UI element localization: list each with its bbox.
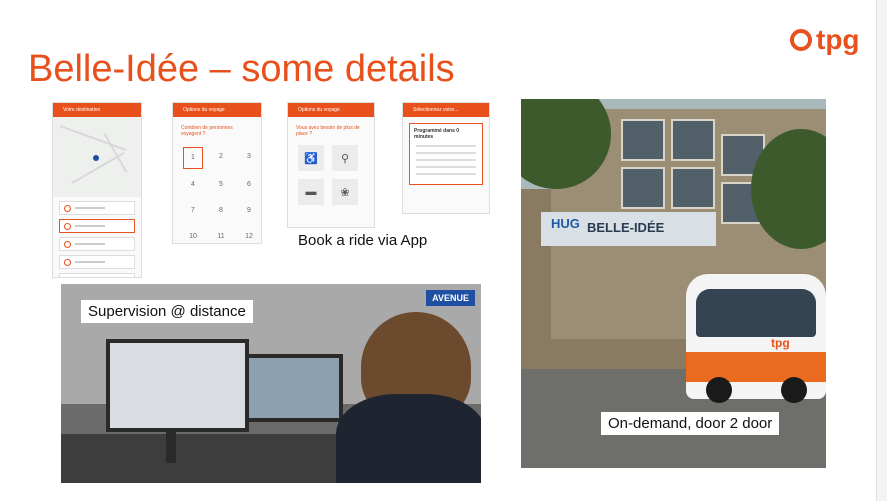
scrollbar[interactable] xyxy=(876,0,887,501)
count-option[interactable]: 2 xyxy=(211,147,231,167)
map-view xyxy=(53,117,141,197)
tpg-logo-text: tpg xyxy=(816,24,860,55)
slide-title: Belle-Idée – some details xyxy=(28,48,455,90)
count-option[interactable]: 6 xyxy=(239,175,259,195)
app-question: Combien de personnes voyagent ? xyxy=(181,125,233,137)
app-screen-schedule: Sélectionnez votre... Programmé dans 0 m… xyxy=(402,102,490,214)
luggage-icon[interactable]: ▬ xyxy=(298,179,324,205)
count-option[interactable]: 9 xyxy=(239,201,259,221)
slide: Belle-Idée – some details tpg Votre dest… xyxy=(0,0,877,501)
schedule-title: Programmé dans 0 minutes xyxy=(414,128,460,140)
supervision-photo: Supervision @ distance AVENUE xyxy=(61,284,481,483)
app-question: Vous avez besoin de plus de place ? xyxy=(296,125,360,137)
tpg-logo: tpg xyxy=(790,24,860,56)
schedule-card[interactable]: Programmé dans 0 minutes xyxy=(409,123,483,185)
avenue-badge: AVENUE xyxy=(426,290,475,306)
count-option[interactable]: 4 xyxy=(183,175,203,195)
hug-logo: HUG xyxy=(551,216,580,231)
count-option[interactable]: 3 xyxy=(239,147,259,167)
building-caption: On-demand, door 2 door xyxy=(601,412,780,435)
count-option[interactable]: 1 xyxy=(183,147,203,169)
list-item[interactable] xyxy=(59,273,135,277)
list-item[interactable] xyxy=(59,237,135,251)
app-screen-destination: Votre destination xyxy=(52,102,142,278)
autonomous-shuttle: tpg xyxy=(686,274,826,403)
passenger-count-grid: 1 2 3 4 5 6 7 8 9 10 11 12 xyxy=(173,141,261,243)
location-marker-icon xyxy=(93,155,99,161)
pet-icon[interactable]: ❀ xyxy=(332,179,358,205)
supervision-caption: Supervision @ distance xyxy=(81,300,253,323)
app-screen-passengers: Options du voyage Combien de personnes v… xyxy=(172,102,262,244)
tpg-logo-mark-icon xyxy=(790,29,812,51)
list-item[interactable] xyxy=(59,219,135,233)
stroller-icon[interactable]: ⚲ xyxy=(332,145,358,171)
app-screen-space-options: Options du voyage Vous avez besoin de pl… xyxy=(287,102,375,228)
wheelchair-icon[interactable]: ♿ xyxy=(298,145,324,171)
app-caption: Book a ride via App xyxy=(298,232,428,249)
building-photo: HUG BELLE-IDÉE tpg On-demand, door 2 doo… xyxy=(521,99,826,468)
count-option[interactable]: 5 xyxy=(211,175,231,195)
monitor xyxy=(106,339,249,432)
monitor xyxy=(245,354,343,422)
list-item[interactable] xyxy=(59,201,135,215)
app-screen-header: Options du voyage xyxy=(173,103,261,117)
count-option[interactable]: 8 xyxy=(211,201,231,221)
list-item[interactable] xyxy=(59,255,135,269)
count-option[interactable]: 10 xyxy=(183,227,203,243)
app-screen-header: Votre destination xyxy=(53,103,141,117)
count-option[interactable]: 11 xyxy=(211,227,231,243)
building-sign-text: BELLE-IDÉE xyxy=(587,220,665,235)
app-screen-header: Sélectionnez votre... xyxy=(403,103,489,117)
count-option[interactable]: 12 xyxy=(239,227,259,243)
bus-logo: tpg xyxy=(771,336,790,350)
app-screen-header: Options du voyage xyxy=(288,103,374,117)
count-option[interactable]: 7 xyxy=(183,201,203,221)
